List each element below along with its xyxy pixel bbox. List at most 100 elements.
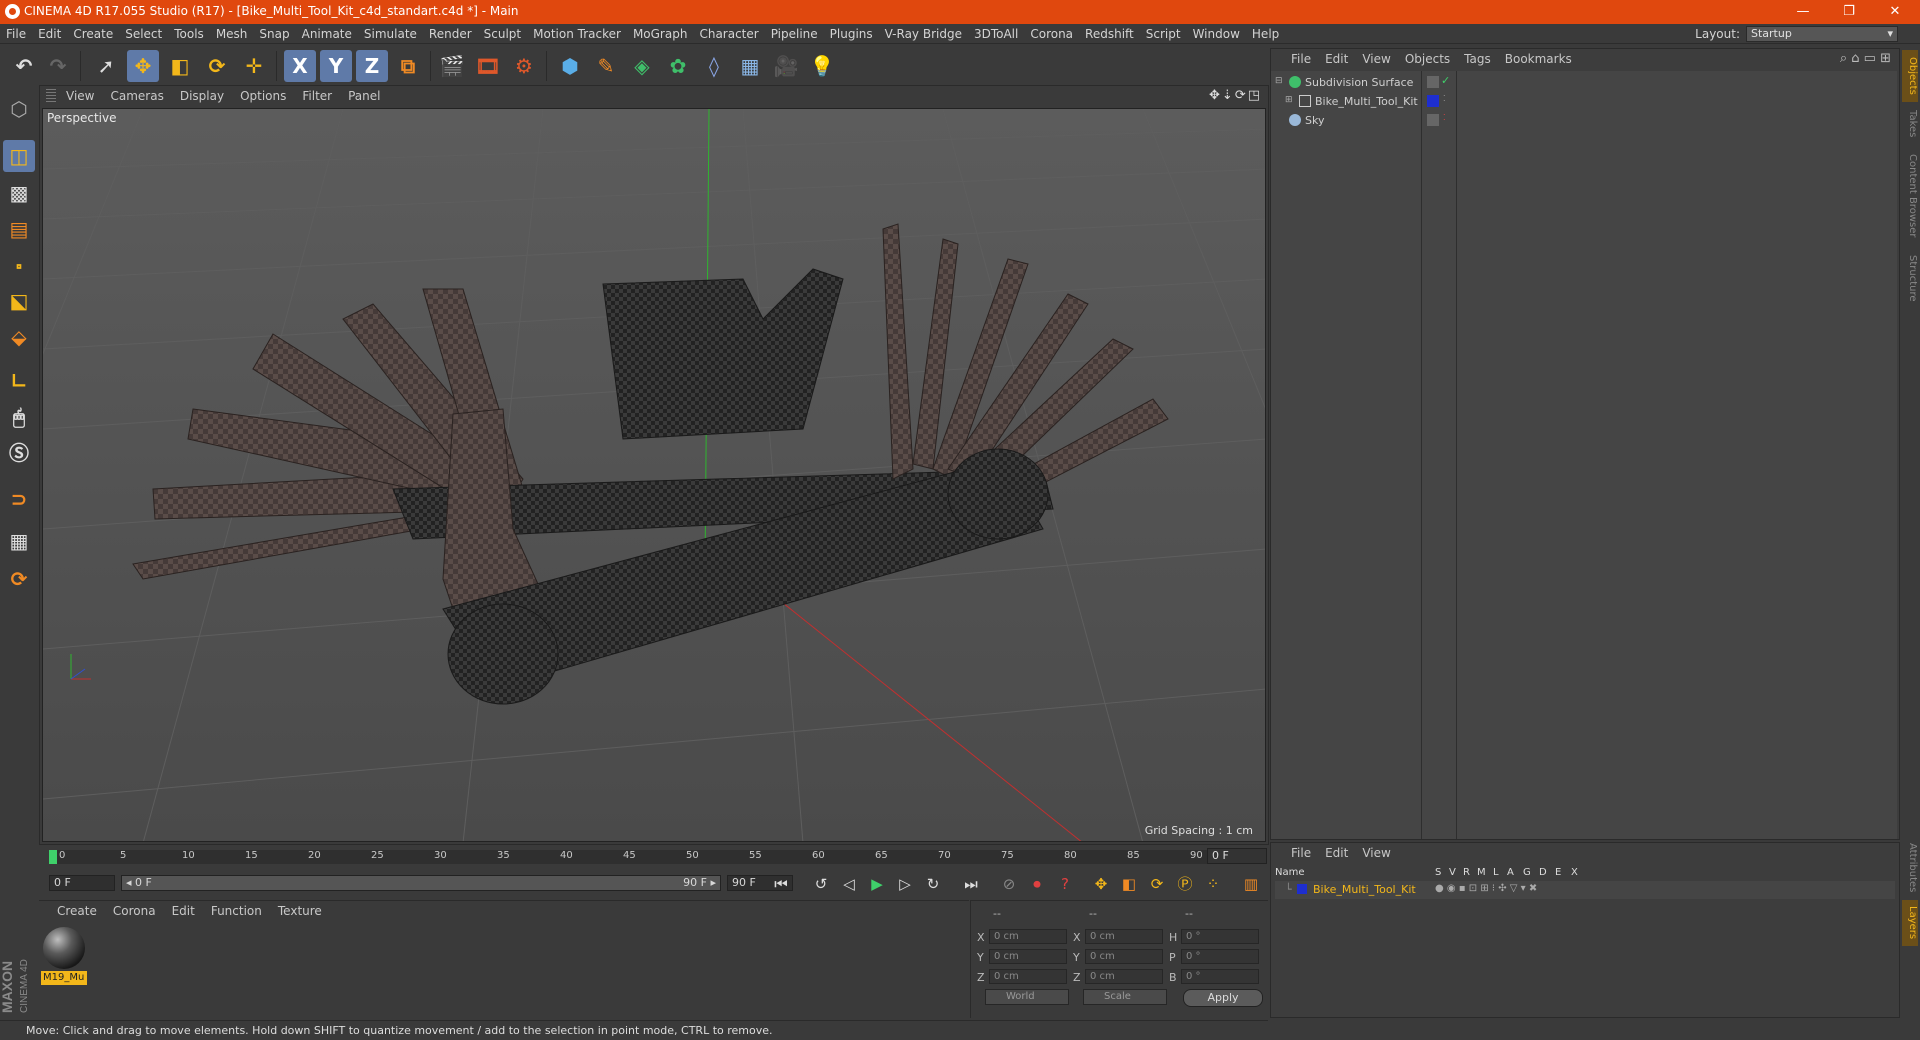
pen-spline-icon[interactable]: ✎ [590, 50, 622, 82]
menu-3dtoall[interactable]: 3DToAll [968, 24, 1024, 44]
tweak-mode-icon[interactable]: 🖱 [3, 401, 35, 433]
coordinate-mode-dropdown[interactable]: World [985, 989, 1069, 1005]
key-points-icon[interactable]: ⁘ [1201, 873, 1225, 895]
material-menu-function[interactable]: Function [203, 901, 270, 921]
menu-motion-tracker[interactable]: Motion Tracker [527, 24, 627, 44]
move-tool-icon[interactable]: ✥ [127, 50, 159, 82]
layer-swatch-icon[interactable] [1427, 76, 1439, 88]
render-settings-icon[interactable]: ⚙ [508, 50, 540, 82]
menu-corona[interactable]: Corona [1024, 24, 1079, 44]
tab-takes[interactable]: Takes [1902, 104, 1918, 144]
menu-vray-bridge[interactable]: V-Ray Bridge [879, 24, 968, 44]
timeline-window-icon[interactable]: ▥ [1239, 873, 1263, 895]
object-name[interactable]: Sky [1305, 114, 1324, 127]
menu-character[interactable]: Character [693, 24, 764, 44]
menu-simulate[interactable]: Simulate [358, 24, 423, 44]
current-frame-field[interactable]: 0 F [1207, 848, 1267, 864]
cube-primitive-icon[interactable]: ⬢ [554, 50, 586, 82]
position-y-field[interactable]: 0 cm [989, 949, 1067, 964]
key-rotation-icon[interactable]: ⟳ [1145, 873, 1169, 895]
rotation-h-field[interactable]: 0 ° [1181, 929, 1259, 944]
next-key-icon[interactable]: ↻ [921, 873, 945, 895]
object-row[interactable]: Sky ⁚ [1271, 111, 1897, 130]
record-active-icon[interactable]: ⏺ [1025, 873, 1049, 895]
rotation-p-field[interactable]: 0 ° [1181, 949, 1259, 964]
key-parameter-icon[interactable]: Ⓟ [1173, 873, 1197, 895]
close-button[interactable]: ✕ [1872, 0, 1918, 24]
menu-render[interactable]: Render [423, 24, 478, 44]
layers-menu-view[interactable]: View [1355, 843, 1397, 863]
size-z-field[interactable]: 0 cm [1085, 969, 1163, 984]
restore-button[interactable]: ❐ [1826, 0, 1872, 24]
object-name[interactable]: Subdivision Surface [1305, 76, 1413, 89]
workplane-mode-icon[interactable]: ▤ [3, 213, 35, 245]
menu-help[interactable]: Help [1246, 24, 1285, 44]
position-z-field[interactable]: 0 cm [989, 969, 1067, 984]
playhead[interactable] [49, 850, 57, 864]
start-frame-field[interactable]: 0 F [49, 875, 115, 891]
objects-menu-bookmarks[interactable]: Bookmarks [1498, 49, 1579, 69]
floor-icon[interactable]: ▦ [734, 50, 766, 82]
objects-menu-file[interactable]: File [1271, 49, 1318, 69]
apply-button[interactable]: Apply [1183, 989, 1263, 1007]
rotate-tool-icon[interactable]: ⟳ [201, 50, 233, 82]
size-mode-dropdown[interactable]: Scale [1083, 989, 1167, 1005]
menu-script[interactable]: Script [1140, 24, 1187, 44]
key-scale-icon[interactable]: ◧ [1117, 873, 1141, 895]
menu-animate[interactable]: Animate [296, 24, 358, 44]
material-menu-create[interactable]: Create [39, 901, 105, 921]
timeline-track[interactable]: 0 5 10 15 20 25 30 35 40 45 50 55 60 65 … [49, 850, 1229, 864]
layer-row[interactable]: └ Bike_Multi_Tool_Kit ● ◉ ▪ ⊡ ⊞ ⁝ ✣ ▽ ▾ … [1275, 881, 1895, 899]
timeline-ruler[interactable]: 0 5 10 15 20 25 30 35 40 45 50 55 60 65 … [39, 846, 1269, 866]
previous-key-icon[interactable]: ↺ [809, 873, 833, 895]
edges-mode-icon[interactable]: ⬕ [3, 285, 35, 317]
position-x-field[interactable]: 0 cm [989, 929, 1067, 944]
model-mode-icon[interactable]: ◫ [3, 140, 35, 172]
layers-menu-file[interactable]: File [1271, 843, 1318, 863]
key-position-icon[interactable]: ✥ [1089, 873, 1113, 895]
undo-icon[interactable]: ↶ [8, 50, 40, 82]
layer-swatch-icon[interactable] [1427, 114, 1439, 126]
size-x-field[interactable]: 0 cm [1085, 929, 1163, 944]
cloner-icon[interactable]: ✿ [662, 50, 694, 82]
snapping-icon[interactable]: Ⓢ [3, 437, 35, 469]
layout-dropdown[interactable]: Startup [1746, 26, 1898, 42]
texture-mode-icon[interactable]: ▩ [3, 177, 35, 209]
scale-tool-icon[interactable]: ◧ [164, 50, 196, 82]
y-axis-lock-icon[interactable]: Y [320, 50, 352, 82]
panel-grip-icon[interactable] [46, 89, 56, 103]
workplane-align-icon[interactable]: ⟳ [3, 563, 35, 595]
menu-select[interactable]: Select [119, 24, 168, 44]
layer-name[interactable]: Bike_Multi_Tool_Kit [1313, 883, 1416, 896]
render-view-icon[interactable]: 🎬 [436, 50, 468, 82]
go-to-end-icon[interactable]: ⏭ [959, 873, 983, 895]
tab-attributes[interactable]: Attributes [1902, 838, 1918, 898]
material-name-label[interactable]: M19_Mu [41, 971, 87, 985]
render-picture-viewer-icon[interactable]: 🎞 [472, 50, 504, 82]
menu-create[interactable]: Create [67, 24, 119, 44]
objects-menu-objects[interactable]: Objects [1398, 49, 1457, 69]
go-to-start-icon[interactable]: ⏮ [769, 873, 793, 895]
expand-icon[interactable]: ⊞ [1285, 95, 1293, 105]
layer-toggle-icons[interactable]: ● ◉ ▪ ⊡ ⊞ ⁝ ✣ ▽ ▾ ✖ [1435, 883, 1537, 894]
enabled-check-icon[interactable]: ✓ [1441, 74, 1450, 87]
coordinate-system-icon[interactable]: ⧉ [392, 50, 424, 82]
objects-menu-view[interactable]: View [1355, 49, 1397, 69]
record-disabled-icon[interactable]: ⊘ [997, 873, 1021, 895]
play-icon[interactable]: ▶ [865, 873, 889, 895]
objects-menu-tags[interactable]: Tags [1457, 49, 1498, 69]
polygons-mode-icon[interactable]: ⬙ [3, 321, 35, 353]
size-y-field[interactable]: 0 cm [1085, 949, 1163, 964]
axis-mode-icon[interactable]: ∟ [3, 365, 35, 397]
range-slider[interactable]: ◂ 0 F 90 F ▸ [121, 875, 721, 891]
z-axis-lock-icon[interactable]: Z [356, 50, 388, 82]
workplane-lock-icon[interactable]: ▦ [3, 525, 35, 557]
visibility-dots-icon[interactable]: ⁚ [1443, 94, 1446, 103]
camera-icon[interactable]: 🎥 [770, 50, 802, 82]
viewport-menu-options[interactable]: Options [232, 86, 294, 106]
material-menu-corona[interactable]: Corona [105, 901, 164, 921]
make-editable-icon[interactable]: ⬡ [3, 93, 35, 125]
menu-window[interactable]: Window [1187, 24, 1246, 44]
viewport-menu-view[interactable]: View [58, 86, 102, 106]
material-menu-texture[interactable]: Texture [270, 901, 330, 921]
